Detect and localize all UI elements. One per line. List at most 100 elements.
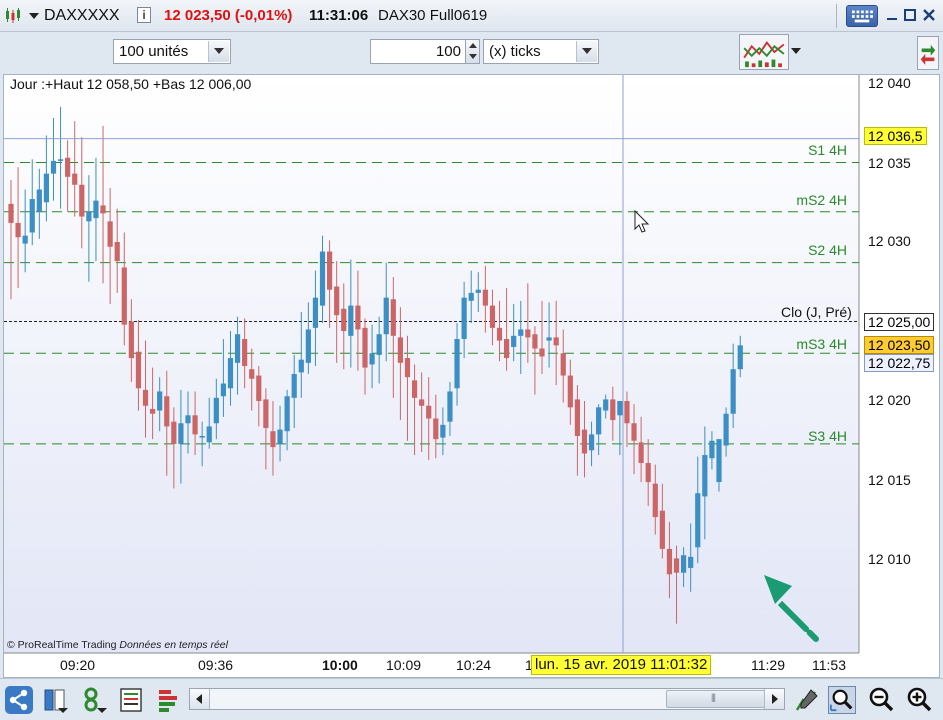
candle-body [29, 199, 35, 233]
candle-body [539, 348, 545, 357]
prorealtime-chart-window: DAXXXXX i 12 023,50 (-0,01%) 11:31:06 DA… [0, 0, 943, 720]
quantity-input[interactable]: 100 [370, 39, 466, 64]
close-previous-label: Clo (J, Pré) [781, 304, 852, 320]
candle-body [553, 337, 559, 346]
candle-body [447, 391, 453, 422]
candle-body [603, 399, 609, 411]
candlestick-icon[interactable] [4, 7, 22, 25]
zoom-out-icon[interactable] [867, 686, 895, 714]
candle-body [390, 299, 396, 336]
chart-type-dropdown-icon[interactable] [29, 13, 39, 19]
maximize-icon[interactable] [903, 8, 917, 22]
zoom-in-icon[interactable] [905, 686, 933, 714]
contract-name: DAX30 Full0619 [378, 7, 488, 24]
candle-body [723, 413, 729, 446]
candle-body [128, 321, 134, 359]
candle-body [15, 222, 21, 238]
candle-body [560, 353, 566, 376]
candle-body [341, 308, 347, 332]
indicators-icon[interactable] [739, 34, 789, 70]
y-tick-label: 12 040 [868, 75, 911, 91]
candle-body [504, 338, 510, 359]
candlestick-chart[interactable] [4, 75, 939, 677]
candle-body [581, 429, 588, 454]
cursor-date-label: lun. 15 avr. 2019 11:01:32 [531, 655, 712, 675]
candle-body [107, 221, 113, 247]
candle-body [631, 423, 637, 441]
candle-body [426, 405, 432, 419]
price-chart[interactable]: Jour :+Haut 12 058,50 +Bas 12 006,00 S1 … [3, 74, 940, 678]
candle-body [362, 327, 368, 368]
candle-body [489, 305, 496, 328]
separator [836, 4, 837, 28]
candle-body [546, 337, 552, 341]
candle-body [43, 173, 49, 203]
candle-body [171, 421, 177, 444]
candle-body [454, 338, 460, 389]
candle-body [411, 380, 418, 398]
scroll-right-icon[interactable] [764, 689, 784, 709]
units-select[interactable]: 100 unités [113, 39, 231, 64]
candle-body [383, 297, 389, 335]
link-icon[interactable] [81, 686, 109, 714]
candle-body [57, 159, 64, 161]
candle-body [610, 399, 616, 421]
chevron-down-icon[interactable] [576, 41, 597, 62]
close-icon[interactable] [922, 8, 936, 22]
candle-body [348, 305, 354, 336]
candle-body [93, 200, 99, 219]
list-icon[interactable] [117, 686, 145, 714]
candle-body [100, 205, 106, 214]
quantity-stepper[interactable] [465, 39, 480, 64]
drawing-tools-icon[interactable] [793, 686, 821, 714]
x-tick-label: 09:36 [198, 657, 234, 673]
candle-body [440, 424, 446, 438]
indicators-dropdown-icon[interactable] [791, 48, 801, 54]
horizontal-scrollbar[interactable] [189, 688, 785, 710]
candle-body [709, 440, 715, 459]
zoom-area-icon[interactable] [828, 686, 856, 714]
chevron-down-icon[interactable] [208, 41, 229, 62]
candle-body [312, 297, 319, 328]
level-label-s2: S2 4H [808, 242, 847, 258]
candle-body [673, 558, 680, 573]
candle-body [242, 338, 248, 367]
candle-body [574, 399, 580, 436]
y-tick-label: 12 020 [868, 392, 911, 408]
candle-body [624, 401, 630, 424]
ticks-select-value: (x) ticks [489, 43, 541, 60]
layout-icon[interactable] [42, 686, 70, 714]
info-icon[interactable]: i [137, 7, 151, 23]
share-icon[interactable] [5, 686, 33, 714]
candle-body [681, 555, 687, 573]
candle-body [192, 415, 198, 435]
x-tick-label: 11:29 [751, 657, 785, 673]
scroll-left-icon[interactable] [190, 689, 210, 709]
x-tick-label: 10:00 [322, 657, 358, 673]
candle-body [291, 373, 297, 398]
candle-body [596, 407, 602, 435]
candle-body [567, 375, 573, 408]
instrument-symbol[interactable]: DAXXXXX [44, 7, 120, 25]
close-previous-price-box: 12 025,00 [864, 313, 935, 331]
candle-body [284, 396, 290, 432]
price-change: 12 023,50 (-0,01%) [164, 7, 293, 24]
swap-panel-icon[interactable] [917, 36, 939, 70]
candle-body [730, 369, 736, 414]
candle-body [305, 329, 311, 363]
minimize-icon[interactable] [885, 8, 899, 22]
ticks-select[interactable]: (x) ticks [483, 39, 599, 64]
candle-body [532, 334, 538, 349]
candle-body [86, 211, 92, 222]
keyboard-icon[interactable] [846, 5, 878, 27]
bottom-toolbar [0, 678, 943, 720]
x-tick-label: 10:09 [386, 657, 422, 673]
candle-body [525, 329, 531, 338]
candle-body [277, 429, 283, 444]
candle-body [468, 292, 474, 301]
depth-icon[interactable] [155, 686, 183, 714]
candle-body [433, 418, 439, 440]
units-select-value: 100 unités [119, 43, 189, 60]
candle-body [22, 235, 28, 244]
scroll-thumb[interactable] [666, 690, 766, 708]
